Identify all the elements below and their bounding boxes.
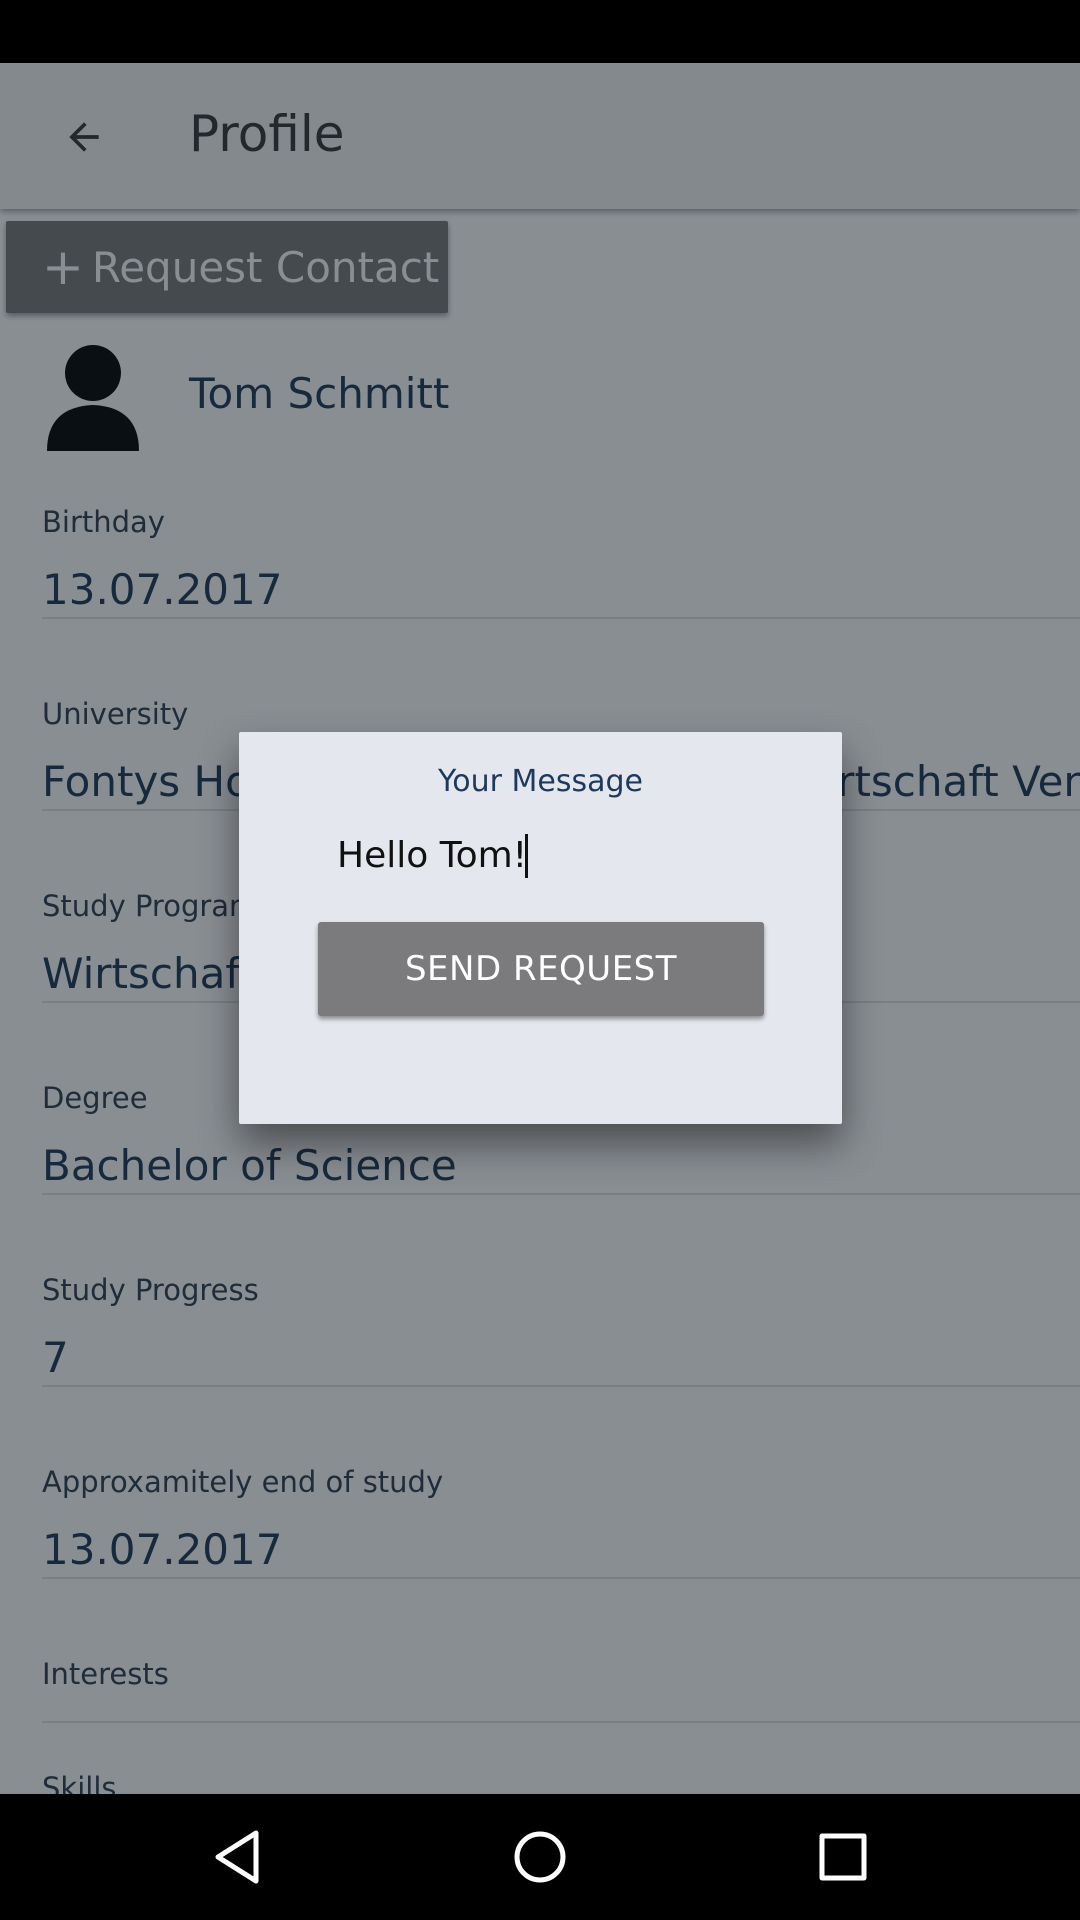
circle-home-icon [514, 1831, 566, 1883]
status-bar [0, 0, 1080, 63]
text-cursor [525, 834, 528, 878]
triangle-back-icon [215, 1830, 259, 1884]
message-dialog: Your Message SEND REQUEST [239, 732, 842, 1124]
nav-home-button[interactable] [505, 1822, 575, 1892]
dialog-title: Your Message [437, 764, 644, 799]
square-recents-icon [819, 1833, 867, 1881]
send-request-button[interactable]: SEND REQUEST [318, 922, 764, 1016]
app-screen: Profile + Request Contact Tom Schmitt Bi… [0, 63, 1080, 1794]
nav-back-button[interactable] [202, 1822, 272, 1892]
message-input[interactable] [337, 828, 757, 882]
nav-recents-button[interactable] [808, 1822, 878, 1892]
navigation-bar [0, 1794, 1080, 1920]
